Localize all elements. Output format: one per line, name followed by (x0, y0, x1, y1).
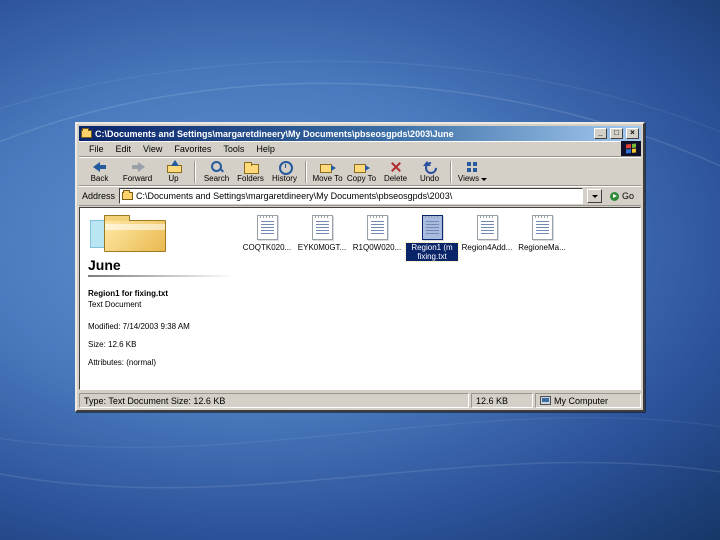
views-icon (465, 161, 481, 173)
text-document-icon (256, 215, 278, 240)
copy-to-icon (353, 161, 370, 173)
address-label: Address (82, 191, 116, 201)
file-item[interactable]: R1Q0W020... (351, 215, 403, 261)
close-button[interactable]: × (626, 128, 639, 139)
folders-button[interactable]: Folders (234, 159, 267, 185)
file-icon-grid: COQTK020... EYK0M0GT... R1Q0W020... Regi… (241, 215, 568, 263)
menu-edit[interactable]: Edit (110, 142, 138, 156)
minimize-button[interactable]: _ (594, 128, 607, 139)
go-icon (609, 191, 619, 201)
chevron-down-icon (592, 194, 599, 198)
folders-icon (243, 161, 259, 174)
title-bar[interactable]: C:\Documents and Settings\margaretdineer… (79, 126, 641, 141)
views-dropdown-arrow (481, 177, 488, 181)
webview-info-panel: June Region1 for fixing.txt Text Documen… (80, 208, 238, 389)
up-button[interactable]: Up (157, 159, 190, 185)
window-folder-icon (81, 127, 92, 138)
toolbar-separator (194, 160, 196, 183)
menu-favorites[interactable]: Favorites (168, 142, 217, 156)
text-document-icon (531, 215, 553, 240)
up-icon (166, 159, 182, 173)
menu-bar: File Edit View Favorites Tools Help (79, 141, 641, 157)
text-document-icon (421, 215, 443, 240)
status-bar: Type: Text Document Size: 12.6 KB 12.6 K… (79, 391, 641, 408)
my-computer-icon (540, 396, 551, 405)
selected-file-type: Text Document (88, 300, 142, 309)
toolbar-separator (305, 160, 307, 183)
selected-file-size: Size: 12.6 KB (88, 340, 137, 349)
explorer-window: C:\Documents and Settings\margaretdineer… (75, 122, 645, 412)
file-item[interactable]: EYK0M0GT... (296, 215, 348, 261)
windows-logo-icon (621, 141, 641, 156)
text-document-icon (476, 215, 498, 240)
selected-file-attributes: Attributes: (normal) (88, 358, 157, 367)
back-icon (92, 161, 108, 173)
address-dropdown-button[interactable] (586, 189, 602, 203)
menu-view[interactable]: View (137, 142, 168, 156)
text-document-icon (366, 215, 388, 240)
search-button[interactable]: Search (200, 159, 233, 185)
copy-to-button[interactable]: Copy To (345, 159, 378, 185)
status-type-size: Type: Text Document Size: 12.6 KB (79, 393, 469, 408)
title-divider (88, 275, 234, 277)
status-size: 12.6 KB (471, 393, 533, 408)
move-to-button[interactable]: Move To (311, 159, 344, 185)
file-item-selected[interactable]: Region1 (m fixing.txt (405, 215, 459, 263)
windows-flag-icon (626, 143, 636, 154)
search-icon (209, 160, 225, 173)
back-button[interactable]: Back (81, 159, 118, 185)
maximize-button[interactable]: □ (610, 128, 623, 139)
window-title: C:\Documents and Settings\margaretdineer… (95, 128, 454, 139)
standard-toolbar: Back Forward Up Search Folders History M… (79, 157, 641, 186)
folder-name-heading: June (88, 257, 121, 273)
address-folder-icon (122, 190, 134, 200)
delete-button[interactable]: Delete (379, 159, 412, 185)
file-item[interactable]: RegioneMa... (516, 215, 568, 261)
forward-icon (130, 161, 146, 173)
go-button[interactable]: Go (606, 188, 638, 204)
views-button[interactable]: Views (456, 159, 489, 185)
text-document-icon (311, 215, 333, 240)
history-button[interactable]: History (268, 159, 301, 185)
folder-banner-graphic (88, 214, 230, 254)
move-to-icon (319, 161, 336, 173)
undo-icon (422, 160, 438, 173)
address-value: C:\Documents and Settings\margaretdineer… (136, 191, 453, 201)
delete-icon (388, 161, 404, 173)
undo-button[interactable]: Undo (413, 159, 446, 185)
address-bar: Address C:\Documents and Settings\margar… (79, 186, 641, 206)
selected-file-modified: Modified: 7/14/2003 9:38 AM (88, 322, 190, 331)
toolbar-separator (450, 160, 452, 183)
folder-content-pane: June Region1 for fixing.txt Text Documen… (79, 207, 641, 390)
forward-button[interactable]: Forward (119, 159, 156, 185)
history-icon (277, 160, 293, 175)
status-zone: My Computer (535, 393, 641, 408)
selected-file-name: Region1 for fixing.txt (88, 289, 168, 298)
menu-help[interactable]: Help (250, 142, 281, 156)
file-item[interactable]: Region4Add... (461, 215, 513, 261)
menu-file[interactable]: File (83, 142, 110, 156)
address-input[interactable]: C:\Documents and Settings\margaretdineer… (119, 188, 583, 204)
file-item[interactable]: COQTK020... (241, 215, 293, 261)
menu-tools[interactable]: Tools (217, 142, 250, 156)
banner-folder-icon (104, 215, 166, 252)
